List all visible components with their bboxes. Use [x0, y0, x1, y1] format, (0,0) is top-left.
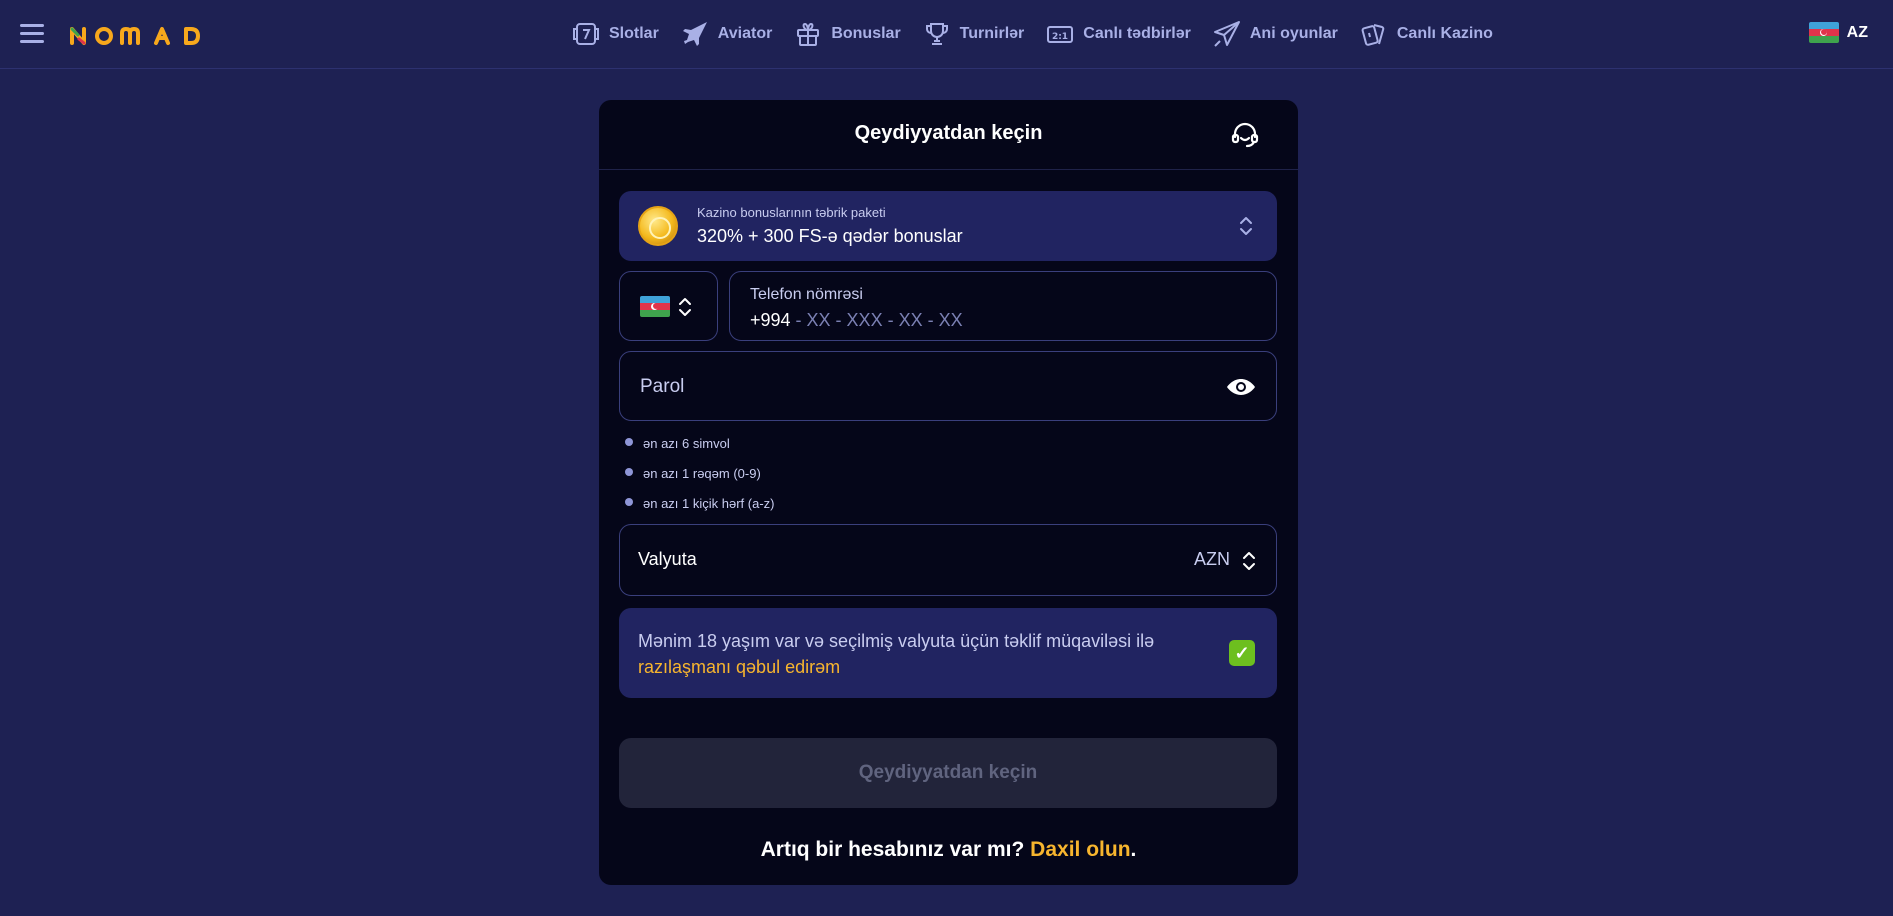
nav-label: Turnirlər: [959, 25, 1025, 42]
age-agreement: Mənim 18 yaşım var və seçilmiş valyuta ü…: [619, 608, 1277, 698]
nav-label: Bonuslar: [831, 25, 901, 42]
trophy-icon: [925, 23, 948, 45]
nomad-logo[interactable]: [70, 21, 210, 49]
nav-item-slots[interactable]: Slotlar: [572, 20, 659, 48]
phone-label: Telefon nömrəsi: [750, 286, 863, 303]
nav-label: Canlı tədbirlər: [1083, 25, 1191, 42]
currency-selector[interactable]: Valyuta AZN: [619, 524, 1277, 596]
registration-card: Qeydiyyatdan keçin Kazino bonuslarının t…: [599, 100, 1298, 885]
scoreboard-icon: 2:1: [1047, 26, 1074, 43]
azerbaijan-flag-icon: [640, 296, 670, 317]
nav-item-live-events[interactable]: 2:1 Canlı tədbirlər: [1046, 20, 1191, 48]
agreement-link[interactable]: razılaşmanı qəbul edirəm: [638, 657, 840, 677]
main-nav: Slotlar Aviator Bonuslar Turnirlər 2:1 C…: [572, 20, 1493, 48]
phone-country-code: +994: [750, 310, 791, 330]
bonus-title: 320% + 300 FS-ə qədər bonuslar: [697, 226, 963, 246]
nav-label: Canlı Kazino: [1396, 25, 1493, 42]
language-selector[interactable]: AZ: [1808, 22, 1868, 43]
nav-item-aviator[interactable]: Aviator: [681, 20, 773, 48]
password-rules: ən azı 6 simvol ən azı 1 rəqəm (0-9) ən …: [625, 432, 775, 522]
password-rule: ən azı 1 rəqəm (0-9): [625, 462, 775, 492]
plane-icon: [682, 22, 707, 46]
nav-item-instant-games[interactable]: Ani oyunlar: [1213, 20, 1338, 48]
form-title: Qeydiyyatdan keçin: [854, 122, 1043, 144]
phone-input[interactable]: Telefon nömrəsi +994 - XX - XXX - XX - X…: [729, 271, 1277, 341]
nav-item-tournaments[interactable]: Turnirlər: [923, 20, 1025, 48]
nav-label: Slotlar: [609, 25, 659, 42]
nav-label: Aviator: [717, 25, 773, 42]
support-headset-icon[interactable]: [1230, 120, 1260, 150]
login-link[interactable]: Daxil olun: [1030, 838, 1130, 861]
nav-label: Ani oyunlar: [1249, 25, 1338, 42]
azerbaijan-flag-icon: [1808, 22, 1839, 43]
phone-mask: - XX - XXX - XX - XX: [790, 310, 963, 330]
phone-value: +994 - XX - XXX - XX - XX: [750, 310, 963, 331]
paper-plane-icon: [1213, 21, 1240, 47]
password-input[interactable]: Parol: [619, 351, 1277, 421]
bonus-selector[interactable]: Kazino bonuslarının təbrik paketi 320% +…: [619, 191, 1277, 261]
chevron-up-down-icon: [679, 298, 691, 316]
checkmark-icon: ✓: [1234, 642, 1250, 663]
chevron-up-down-icon: [1240, 217, 1252, 235]
bonus-subtitle: Kazino bonuslarının təbrik paketi: [697, 205, 886, 220]
register-button[interactable]: Qeydiyyatdan keçin: [619, 738, 1277, 808]
password-placeholder: Parol: [640, 376, 685, 397]
login-prompt: Artıq bir hesabınız var mı? Daxil olun.: [599, 838, 1298, 862]
password-rule: ən azı 6 simvol: [625, 432, 775, 462]
card-header: Qeydiyyatdan keçin: [599, 100, 1298, 170]
cards-icon: [1361, 24, 1385, 46]
eye-icon[interactable]: [1226, 373, 1256, 401]
slot-machine-icon: [573, 23, 599, 45]
currency-label: Valyuta: [638, 549, 697, 569]
svg-text:2:1: 2:1: [1052, 32, 1068, 42]
agreement-checkbox[interactable]: ✓: [1229, 640, 1255, 666]
agreement-statement: Mənim 18 yaşım var və seçilmiş valyuta ü…: [638, 631, 1155, 651]
currency-value: AZN: [1194, 549, 1230, 569]
password-rule: ən azı 1 kiçik hərf (a-z): [625, 492, 775, 522]
coin-icon: [638, 206, 678, 246]
gift-icon: [797, 22, 820, 46]
nav-item-live-casino[interactable]: Canlı Kazino: [1360, 20, 1493, 48]
login-suffix: .: [1130, 838, 1137, 861]
nav-item-bonuses[interactable]: Bonuslar: [794, 20, 901, 48]
login-prompt-text: Artıq bir hesabınız var mı?: [760, 838, 1031, 861]
country-code-selector[interactable]: [619, 271, 718, 341]
agreement-text: Mənim 18 yaşım var və seçilmiş valyuta ü…: [638, 628, 1218, 680]
language-code: AZ: [1846, 23, 1868, 41]
top-header: Slotlar Aviator Bonuslar Turnirlər 2:1 C…: [0, 0, 1893, 69]
menu-icon[interactable]: [20, 22, 46, 44]
chevron-up-down-icon: [1243, 552, 1255, 570]
